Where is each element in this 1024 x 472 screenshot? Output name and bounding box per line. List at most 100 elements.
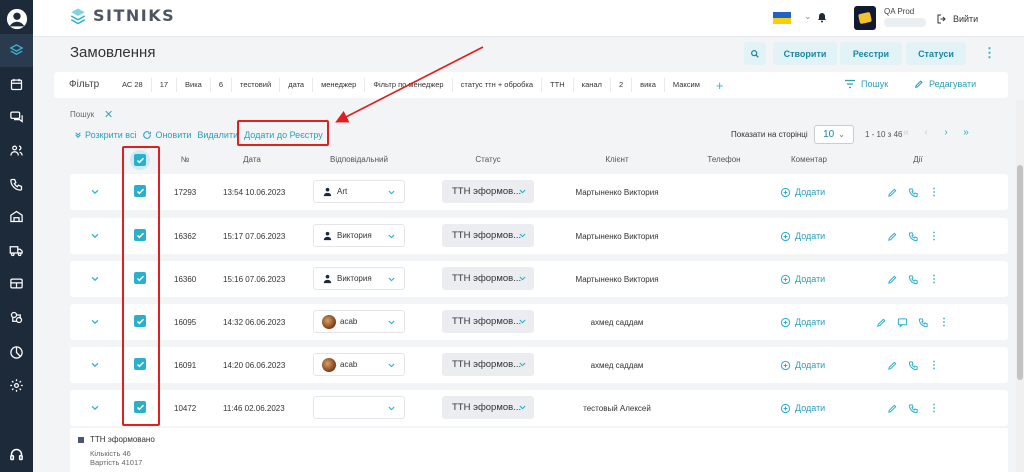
phone-call-icon[interactable] — [908, 187, 919, 198]
col-date[interactable]: Дата — [243, 155, 261, 164]
expand-all-button[interactable]: Розкрити всі — [74, 130, 136, 140]
expand-row-chevron-icon[interactable] — [90, 274, 100, 284]
expand-row-chevron-icon[interactable] — [90, 187, 100, 197]
language-caret-icon[interactable]: ⌄ — [804, 11, 812, 22]
col-status[interactable]: Статус — [475, 155, 500, 164]
table-row[interactable]: 16360 15:16 07.06.2023 Виктория ТТН эформов… — [70, 261, 1008, 297]
phone-call-icon[interactable] — [908, 360, 919, 371]
scrollbar-thumb[interactable] — [1017, 165, 1023, 380]
register-icon[interactable] — [0, 267, 33, 300]
responsible-select[interactable] — [313, 396, 405, 419]
filter-chip[interactable]: ТТН — [541, 78, 573, 92]
add-comment-button[interactable]: Додати — [780, 347, 825, 383]
row-more-menu-icon[interactable]: ⋮ — [929, 274, 939, 285]
col-phone[interactable]: Телефон — [707, 155, 740, 164]
statuses-button[interactable]: Статуси — [906, 42, 966, 65]
expand-row-chevron-icon[interactable] — [90, 403, 100, 413]
first-page-icon[interactable]: « — [896, 127, 916, 138]
next-page-icon[interactable]: › — [936, 127, 956, 138]
support-headset-icon[interactable] — [0, 438, 33, 471]
more-menu-icon[interactable]: ⋮ — [983, 45, 996, 61]
app-logo[interactable]: SITNIKS — [69, 6, 175, 25]
calendar-icon[interactable] — [0, 68, 33, 101]
order-number[interactable]: 16091 — [174, 347, 196, 383]
filter-chip[interactable]: Вика — [176, 78, 210, 92]
filter-chip[interactable]: 6 — [209, 78, 231, 92]
client-name[interactable]: Мартыненко Виктория — [547, 261, 687, 297]
col-client[interactable]: Клієнт — [605, 155, 628, 164]
language-flag-icon[interactable] — [773, 12, 791, 24]
per-page-select[interactable]: 10 ⌄ — [814, 125, 854, 144]
add-comment-button[interactable]: Додати — [780, 261, 825, 297]
order-number[interactable]: 16362 — [174, 218, 196, 254]
filter-chip[interactable]: Фільтр по менеджер — [364, 78, 451, 92]
expand-row-chevron-icon[interactable] — [90, 317, 100, 327]
user-avatar-icon[interactable] — [0, 2, 33, 35]
client-name[interactable]: Мартыненко Виктория — [547, 218, 687, 254]
status-select[interactable]: ТТН эформов... — [442, 396, 534, 419]
responsible-select[interactable]: Art — [313, 180, 405, 203]
settings-icon[interactable] — [0, 369, 33, 402]
table-row[interactable]: 16091 14:20 06.06.2023 acab ТТН эформов... а… — [70, 347, 1008, 383]
chat-icon[interactable] — [0, 100, 33, 133]
filter-edit-button[interactable]: Редагувати — [914, 79, 976, 89]
responsible-select[interactable]: acab — [313, 353, 405, 376]
filter-chip[interactable]: дата — [279, 78, 312, 92]
add-comment-button[interactable]: Додати — [780, 390, 825, 426]
phone-call-icon[interactable] — [918, 317, 929, 328]
table-row[interactable]: 16095 14:32 06.06.2023 acab ТТН эформов... а… — [70, 304, 1008, 340]
add-comment-button[interactable]: Додати — [780, 218, 825, 254]
registers-button[interactable]: Реєстри — [840, 42, 902, 65]
order-number[interactable]: 17293 — [174, 174, 196, 210]
status-select[interactable]: ТТН эформов... — [442, 353, 534, 376]
phone-call-icon[interactable] — [908, 403, 919, 414]
add-filter-icon[interactable]: + — [716, 78, 724, 93]
client-name[interactable]: Мартыненко Виктория — [547, 174, 687, 210]
order-number[interactable]: 16360 — [174, 261, 196, 297]
add-comment-button[interactable]: Додати — [780, 174, 825, 210]
edit-pencil-icon[interactable] — [876, 317, 887, 328]
phone-call-icon[interactable] — [908, 274, 919, 285]
company-logo[interactable] — [854, 6, 876, 30]
row-more-menu-icon[interactable]: ⋮ — [929, 231, 939, 242]
responsible-select[interactable]: acab — [313, 310, 405, 333]
prev-page-icon[interactable]: ‹ — [916, 127, 936, 138]
clear-search-icon[interactable]: ✕ — [104, 108, 113, 121]
table-row[interactable]: 16362 15:17 07.06.2023 Виктория ТТН эформов… — [70, 218, 1008, 254]
client-name[interactable]: ахмед саддам — [547, 304, 687, 340]
phone-call-icon[interactable] — [908, 231, 919, 242]
create-button[interactable]: Створити — [773, 42, 837, 65]
row-more-menu-icon[interactable]: ⋮ — [929, 403, 939, 414]
client-name[interactable]: тестовый Алексей — [547, 390, 687, 426]
layers-icon[interactable] — [0, 34, 33, 67]
col-responsible[interactable]: Відповідальний — [330, 155, 388, 164]
edit-pencil-icon[interactable] — [887, 360, 898, 371]
status-select[interactable]: ТТН эформов... — [442, 267, 534, 290]
delete-button[interactable]: Видалити — [197, 130, 238, 140]
client-name[interactable]: ахмед саддам — [547, 347, 687, 383]
filter-chip[interactable]: 17 — [150, 78, 176, 92]
edit-pencil-icon[interactable] — [887, 274, 898, 285]
table-row[interactable]: 17293 13:54 10.06.2023 Art ТТН эформов... Ма… — [70, 174, 1008, 210]
edit-pencil-icon[interactable] — [887, 187, 898, 198]
col-actions[interactable]: Дії — [913, 155, 922, 164]
expand-row-chevron-icon[interactable] — [90, 360, 100, 370]
edit-pencil-icon[interactable] — [887, 231, 898, 242]
truck-icon[interactable] — [0, 234, 33, 267]
order-number[interactable]: 16095 — [174, 304, 196, 340]
filter-chip[interactable]: менеджер — [312, 78, 364, 92]
analytics-icon[interactable] — [0, 336, 33, 369]
warehouse-icon[interactable] — [0, 200, 33, 233]
filter-search-button[interactable]: Пошук — [844, 79, 888, 89]
filter-chip[interactable]: тестовий — [231, 78, 279, 92]
col-number[interactable]: № — [181, 155, 190, 164]
filter-chip[interactable]: Максим — [663, 78, 708, 92]
responsible-select[interactable]: Виктория — [313, 224, 405, 247]
notification-bell-icon[interactable] — [816, 10, 828, 24]
row-more-menu-icon[interactable]: ⋮ — [929, 187, 939, 198]
status-select[interactable]: ТТН эформов... — [442, 224, 534, 247]
edit-pencil-icon[interactable] — [887, 403, 898, 414]
filter-chip[interactable]: канал — [572, 78, 610, 92]
last-page-icon[interactable]: » — [956, 127, 976, 138]
expand-row-chevron-icon[interactable] — [90, 231, 100, 241]
